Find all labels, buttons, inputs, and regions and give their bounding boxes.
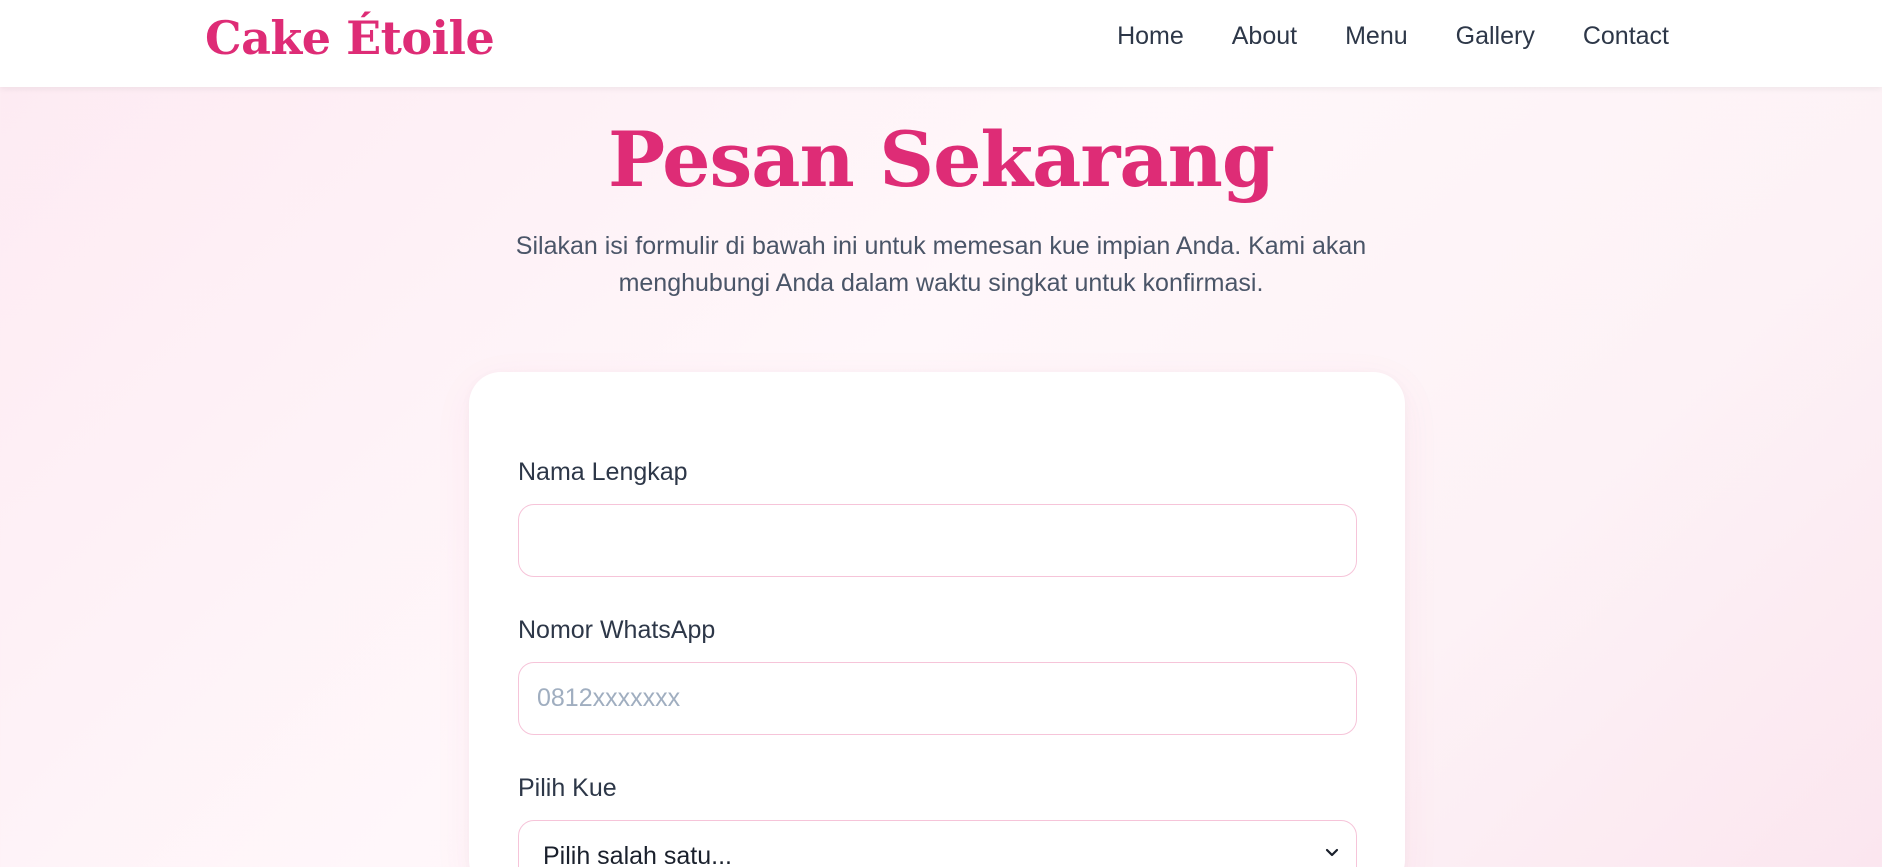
cake-field-label: Pilih Kue [518, 774, 617, 802]
brand-logo[interactable]: Cake Étoile [205, 8, 495, 68]
order-form-card: Nama Lengkap Nomor WhatsApp Pilih Kue Pi… [469, 372, 1405, 867]
navbar: Cake Étoile Home About Menu Gallery Cont… [0, 0, 1882, 87]
nav-links: Home About Menu Gallery Contact [1117, 19, 1669, 53]
page-subtitle: Silakan isi formulir di bawah ini untuk … [515, 232, 1367, 297]
nav-link-menu[interactable]: Menu [1345, 19, 1408, 53]
nav-link-home[interactable]: Home [1117, 19, 1184, 53]
nav-link-gallery[interactable]: Gallery [1456, 19, 1535, 53]
nav-link-about[interactable]: About [1232, 19, 1297, 53]
cake-select[interactable]: Pilih salah satu... [518, 820, 1357, 867]
name-field-label: Nama Lengkap [518, 458, 688, 486]
whatsapp-field-label: Nomor WhatsApp [518, 616, 716, 644]
full-name-input[interactable] [518, 504, 1357, 577]
chevron-down-icon [1325, 848, 1339, 857]
page-title: Pesan Sekarang [607, 115, 1275, 204]
whatsapp-input[interactable] [518, 662, 1357, 735]
nav-link-contact[interactable]: Contact [1583, 19, 1669, 53]
cake-select-value: Pilih salah satu... [543, 842, 732, 867]
